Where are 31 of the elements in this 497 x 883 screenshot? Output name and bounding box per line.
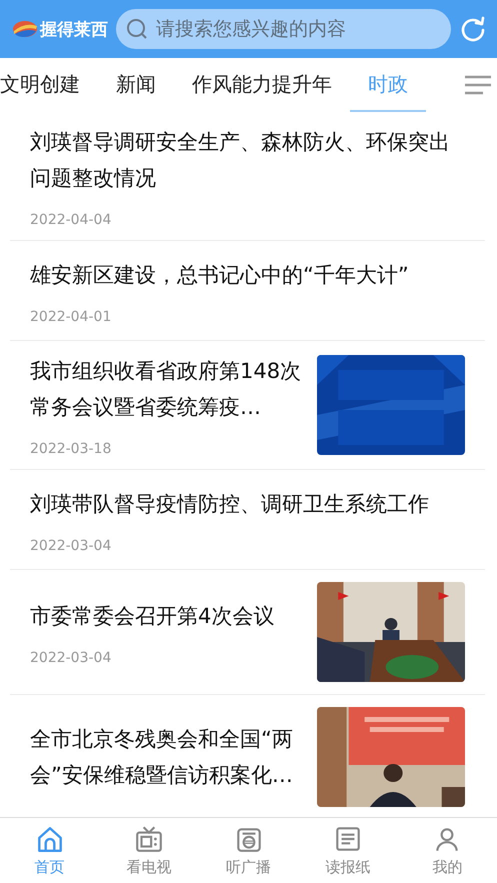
category-tab[interactable]: 新闻: [98, 58, 174, 112]
search-bar[interactable]: 请搜索您感兴趣的内容: [116, 9, 451, 49]
news-title: 全市北京冬残奥会和全国“两会”安保维稳暨信访积案化…: [30, 726, 294, 789]
nav-tab[interactable]: 看电视: [99, 818, 199, 883]
news-title: 刘瑛督导调研安全生产、森林防火、环保突出问题整改情况: [30, 129, 451, 192]
tv-icon: [134, 824, 164, 854]
menu-icon[interactable]: [465, 74, 491, 96]
nav-tab[interactable]: 我的: [398, 818, 497, 883]
news-date: 2022-03-18: [30, 441, 112, 457]
news-date: 2022-03-04: [30, 650, 112, 666]
app-logo-text: 握得莱西: [40, 18, 108, 40]
news-item[interactable]: 雄安新区建设，总书记心中的“千年大计” 2022-04-01: [10, 241, 485, 341]
news-item[interactable]: 市委常委会召开第4次会议 2022-03-04: [10, 570, 485, 695]
logo-icon: [12, 20, 38, 38]
news-date: 2022-04-01: [30, 308, 112, 324]
search-input[interactable]: 请搜索您感兴趣的内容: [154, 17, 441, 41]
news-title: 市委常委会召开第4次会议: [30, 603, 276, 630]
news-title: 雄安新区建设，总书记心中的“千年大计”: [30, 262, 410, 288]
news-date: 2022-04-04: [30, 212, 112, 228]
news-item[interactable]: 刘瑛督导调研安全生产、森林防火、环保突出问题整改情况 2022-04-04: [10, 112, 485, 241]
news-item[interactable]: 我市组织收看省政府第148次常务会议暨省委统筹疫… 2022-03-18: [10, 341, 485, 470]
nav-tab[interactable]: 读报纸: [298, 818, 398, 883]
news-title: 我市组织收看省政府第148次常务会议暨省委统筹疫…: [30, 358, 302, 421]
category-tab[interactable]: 作风能力提升年: [174, 58, 350, 112]
nav-tab[interactable]: 听广播: [198, 818, 298, 883]
news-title: 刘瑛带队督导疫情防控、调研卫生系统工作: [30, 490, 430, 518]
refresh-icon[interactable]: [459, 15, 487, 43]
category-tab[interactable]: 文明创建: [0, 58, 98, 112]
news-item[interactable]: 刘瑛带队督导疫情防控、调研卫生系统工作 2022-03-04: [10, 470, 485, 570]
news-date: 2022-03-04: [30, 538, 112, 554]
search-icon: [126, 18, 148, 40]
